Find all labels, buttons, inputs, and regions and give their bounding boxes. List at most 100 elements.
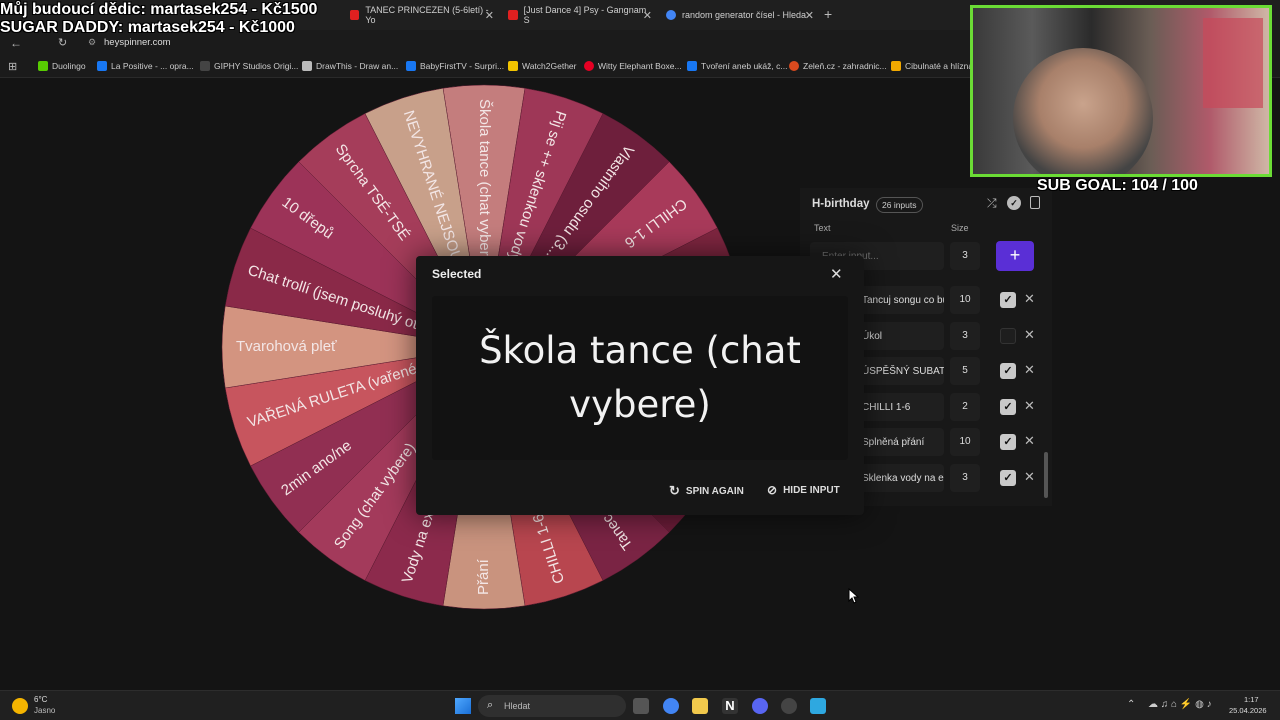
bookmark-item[interactable]: Watch2Gether <box>508 61 577 71</box>
site-settings-icon[interactable]: ⚙ <box>88 37 96 48</box>
input-size-field[interactable]: 10 <box>950 428 980 456</box>
bookmark-item[interactable]: La Positive - ... opra... <box>97 61 194 71</box>
youtube-icon <box>350 10 360 20</box>
pinterest-icon <box>584 61 594 71</box>
cibulnate-icon <box>891 61 901 71</box>
facebook-icon <box>97 61 107 71</box>
selected-result-text: Škola tance (chat vybere) <box>479 329 801 426</box>
facebook-icon <box>406 61 416 71</box>
tab-label: random generator čísel - Hleda <box>682 10 807 20</box>
url-field[interactable]: heyspinner.com <box>104 37 171 48</box>
close-icon[interactable]: ✕ <box>485 9 494 22</box>
input-size-field[interactable]: 10 <box>950 286 980 314</box>
sub-goal-text: SUB GOAL: 104 / 100 <box>1037 177 1198 194</box>
hide-input-button[interactable]: ⊘ HIDE INPUT <box>767 483 840 497</box>
discord-icon[interactable] <box>752 698 768 714</box>
back-icon[interactable]: ← <box>10 36 22 50</box>
bookmark-item[interactable]: Zeleň.cz - zahradnic... <box>789 61 887 71</box>
eye-off-icon: ⊘ <box>767 483 778 497</box>
overlay-sugar-daddy-text: SUGAR DADDY: martasek254 - Kč1000 <box>0 19 295 36</box>
tab-label: [Just Dance 4] Psy - Gangnam S <box>523 5 647 25</box>
check-all-icon[interactable]: ✓ <box>1007 196 1021 210</box>
selected-dialog: Selected ✕ Škola tance (chat vybere) ↻ S… <box>416 256 864 515</box>
watch2gether-icon <box>508 61 518 71</box>
obs-icon[interactable] <box>781 698 797 714</box>
tab-tanec-princezen[interactable]: TANEC PRINCEZEN (5-6letí) - Yo ✕ <box>342 4 500 26</box>
mouse-cursor-icon <box>848 588 860 604</box>
chrome-icon[interactable] <box>663 698 679 714</box>
bookmark-item[interactable]: Witty Elephant Boxe... <box>584 61 682 71</box>
reload-icon[interactable]: ↻ <box>58 36 67 49</box>
wheel-segment-label: Tvarohová pleť <box>236 338 337 355</box>
dialog-title: Selected <box>432 267 482 281</box>
tab-label: TANEC PRINCEZEN (5-6letí) - Yo <box>365 5 489 25</box>
panel-scrollbar[interactable] <box>1044 452 1048 498</box>
file-explorer-icon[interactable] <box>692 698 708 714</box>
bookmark-item[interactable]: Duolingo <box>38 61 86 71</box>
giphy-icon <box>200 61 210 71</box>
bookmark-item[interactable]: BabyFirstTV - Surpri... <box>406 61 504 71</box>
tray-icons[interactable]: ☁ ♫ ⌂ ⚡ ◍ ♪ <box>1148 699 1212 710</box>
input-size-field[interactable]: 5 <box>950 357 980 385</box>
facebook-icon <box>687 61 697 71</box>
chevron-up-icon[interactable]: ⌃ <box>1127 699 1135 710</box>
task-view-icon[interactable] <box>633 698 649 714</box>
close-icon[interactable]: ✕ <box>643 9 652 22</box>
taskbar-search[interactable]: ⌕ Hledat <box>478 695 626 717</box>
wheel-segment-label: Škola tance (chat vybere) <box>476 99 493 269</box>
result-box: Škola tance (chat vybere) <box>432 296 848 460</box>
delete-icon[interactable]: ✕ <box>1024 469 1035 485</box>
bookmark-item[interactable]: GIPHY Studios Origi... <box>200 61 298 71</box>
bookmark-item[interactable]: Tvoření aneb ukáž, c... <box>687 61 787 71</box>
include-checkbox[interactable]: ✓ <box>1000 292 1016 308</box>
delete-icon[interactable]: ✕ <box>1024 291 1035 307</box>
streamer-silhouette <box>1013 48 1153 174</box>
search-placeholder: Hledat <box>504 701 531 711</box>
spin-again-button[interactable]: ↻ SPIN AGAIN <box>669 483 744 499</box>
clipboard-icon[interactable] <box>1030 196 1040 209</box>
notepad-icon[interactable] <box>810 698 826 714</box>
windows-start-icon[interactable] <box>455 698 471 714</box>
wheel-segment-label: Přání <box>475 558 492 595</box>
delete-icon[interactable]: ✕ <box>1024 327 1035 343</box>
shuffle-icon[interactable]: ⤮ <box>987 196 997 211</box>
new-size-field[interactable]: 3 <box>950 242 980 270</box>
add-input-button[interactable]: + <box>996 241 1034 271</box>
include-checkbox[interactable]: ✓ <box>1000 363 1016 379</box>
search-icon: ⌕ <box>487 699 494 711</box>
overlay-heir-text: Můj budoucí dědic: martasek254 - Kč1500 <box>0 1 318 18</box>
delete-icon[interactable]: ✕ <box>1024 362 1035 378</box>
close-icon[interactable]: ✕ <box>830 265 843 283</box>
weather-icon[interactable] <box>12 698 28 714</box>
delete-icon[interactable]: ✕ <box>1024 433 1035 449</box>
new-tab-button[interactable]: + <box>824 6 832 22</box>
include-checkbox[interactable]: ✓ <box>1000 398 1016 415</box>
clock-date: 25.04.2026 <box>1229 706 1267 715</box>
drawthis-icon <box>302 61 312 71</box>
size-column-header: Size <box>951 223 969 233</box>
tab-random-generator[interactable]: random generator čísel - Hleda ✕ <box>658 4 820 26</box>
weather-desc: Jasno <box>34 706 56 715</box>
zelen-icon <box>789 61 799 71</box>
bookmark-item[interactable]: Cibulnaté a hlíznat... <box>891 61 983 71</box>
bookmark-item[interactable]: DrawThis - Draw an... <box>302 61 398 71</box>
input-size-field[interactable]: 2 <box>950 392 980 421</box>
clock-time: 1:17 <box>1244 695 1259 704</box>
room-background <box>1203 18 1263 108</box>
text-column-header: Text <box>814 223 831 233</box>
delete-icon[interactable]: ✕ <box>1024 398 1035 414</box>
google-icon <box>666 10 676 20</box>
include-checkbox[interactable]: ✓ <box>1000 469 1016 486</box>
include-checkbox[interactable]: ✓ <box>1000 434 1016 450</box>
close-icon[interactable]: ✕ <box>805 9 814 22</box>
input-size-field[interactable]: 3 <box>950 321 980 350</box>
weather-temp: 6°C <box>34 695 48 704</box>
tab-just-dance[interactable]: [Just Dance 4] Psy - Gangnam S ✕ <box>500 4 658 26</box>
notion-icon[interactable]: N <box>722 698 738 714</box>
apps-grid-icon[interactable]: ⊞ <box>8 60 17 73</box>
taskbar: 6°C Jasno ⌕ Hledat N ⌃ ☁ ♫ ⌂ ⚡ ◍ ♪ 1:17 … <box>0 690 1280 720</box>
input-size-field[interactable]: 3 <box>950 463 980 492</box>
include-checkbox[interactable] <box>1000 327 1016 344</box>
webcam-feed <box>970 5 1272 177</box>
youtube-icon <box>508 10 518 20</box>
